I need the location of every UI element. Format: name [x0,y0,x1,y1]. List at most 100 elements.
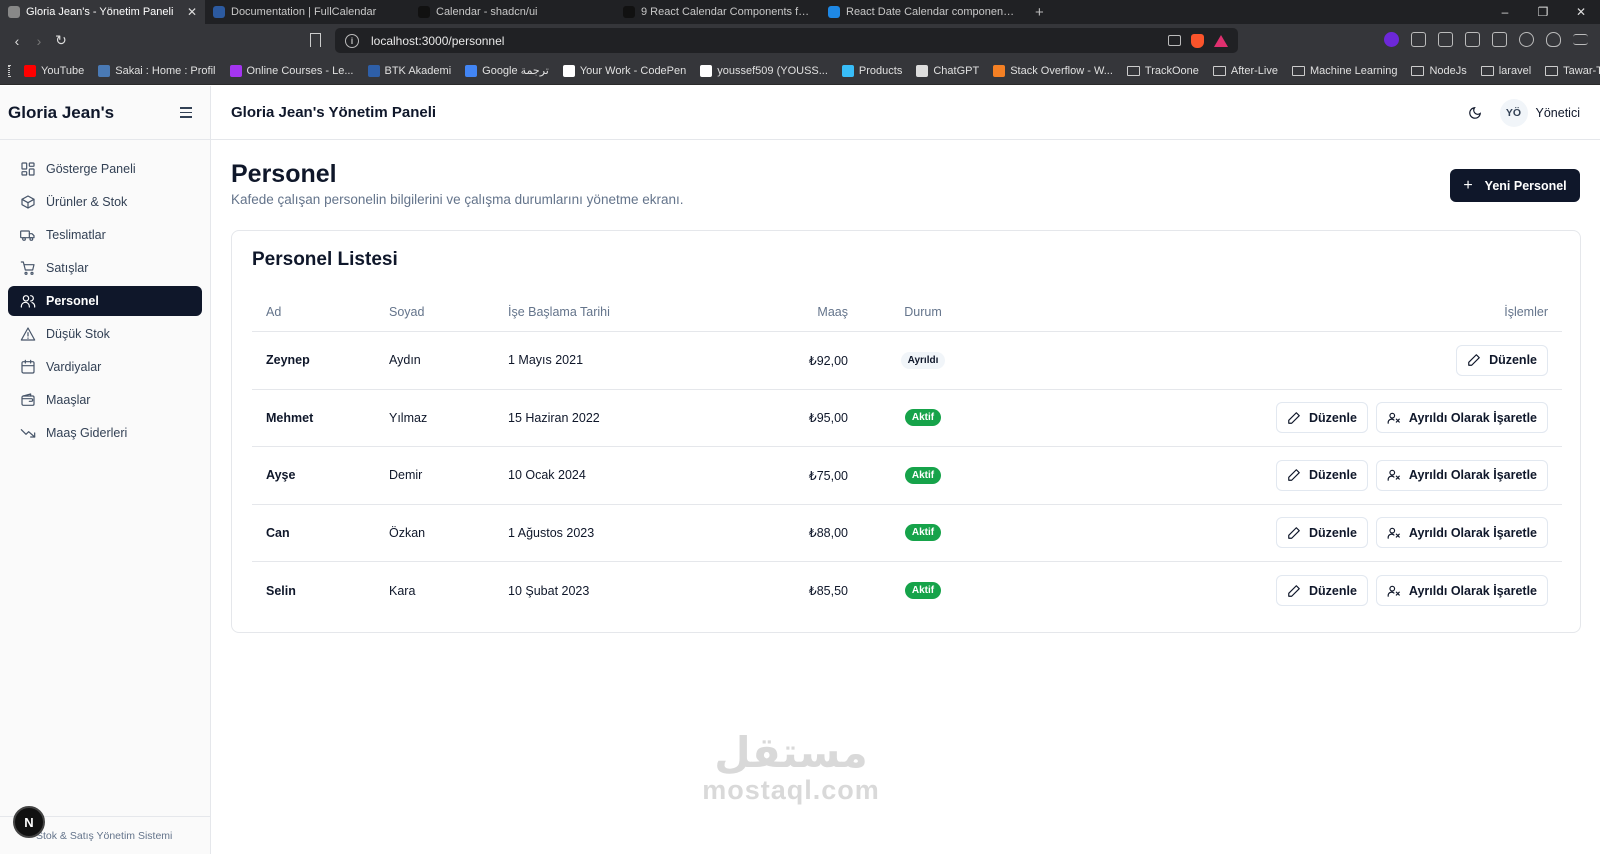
users-icon [20,295,36,308]
sidebar-item-users[interactable]: Personel [8,286,202,316]
wallet-icon[interactable] [1492,32,1507,47]
mark-left-label: Ayrıldı Olarak İşaretle [1408,583,1537,598]
dashboard-icon [21,162,35,176]
minimize-icon[interactable]: – [1486,5,1524,19]
bookmark-folder[interactable]: NodeJs [1411,65,1467,77]
reload-icon[interactable]: ↻ [50,32,72,49]
status-badge: Aktif [904,524,942,542]
bookmark-favicon-icon [700,64,713,77]
bookmark-folder[interactable]: After-Live [1212,65,1278,77]
edit-label: Düzenle [1308,410,1357,425]
bookmark-item[interactable]: Your Work - CodePen [562,64,686,77]
browser-tab[interactable]: React Date Calendar component - M [820,0,1025,24]
sidebar-item-calendar[interactable]: Vardiyalar [8,352,202,382]
bookmark-label: laravel [1498,64,1532,77]
header-title: Gloria Jean's Yönetim Paneli [231,104,437,121]
forward-icon[interactable]: › [28,33,50,49]
tab-title: Calendar - shadcn/ui [436,6,538,18]
new-staff-button[interactable]: + Yeni Personel [1450,169,1580,202]
bookmarks-bar: YouTube Sakai : Home : Profil Online Cours… [0,57,1600,85]
mark-left-label: Ayrıldı Olarak İşaretle [1408,525,1537,540]
restore-icon[interactable]: ❐ [1524,5,1562,19]
mark-left-button[interactable]: Ayrıldı Olarak İşaretle [1375,402,1548,434]
bookmark-item[interactable]: YouTube [24,64,84,77]
reading-list-icon[interactable] [1438,32,1453,47]
sidebar: Gloria Jean's Gösterge Paneli Ürünler & … [0,86,211,854]
bookmark-folder[interactable]: Tawar-Tec [1545,65,1600,77]
puzzle-icon[interactable] [1411,32,1426,47]
leo-ai-icon[interactable] [1519,32,1534,47]
close-tab-icon[interactable]: ✕ [187,5,197,19]
folder-icon [1411,65,1425,76]
menu-icon[interactable] [1573,34,1588,45]
mark-left-button[interactable]: Ayrıldı Olarak İşaretle [1375,459,1548,491]
mark-left-button[interactable]: Ayrıldı Olarak İşaretle [1375,575,1548,607]
sidebar-item-box[interactable]: Ürünler & Stok [8,187,202,217]
edit-button[interactable]: Düzenle [1275,402,1368,434]
cell-first-name: Can [266,525,290,540]
bookmark-item[interactable]: Products [841,64,902,77]
sidebar-toggle-icon[interactable] [1465,32,1480,47]
bookmark-item[interactable]: ChatGPT [916,64,979,77]
back-icon[interactable]: ‹ [6,33,28,49]
bookmark-label: Sakai : Home : Profil [115,64,216,77]
sidebar-item-label: Satışlar [46,261,89,275]
table-row: Can Özkan 1 Ağustos 2023 ₺88,00 Aktif Dü… [252,505,1562,562]
brave-shield-icon[interactable] [1191,33,1204,48]
sidebar-header: Gloria Jean's [0,86,210,140]
site-info-icon[interactable]: i [345,33,359,48]
edit-button[interactable]: Düzenle [1275,575,1368,607]
cell-salary: ₺92,00 [808,353,848,368]
bookmark-item[interactable]: Stack Overflow - W... [993,64,1113,77]
browser-tab[interactable]: Gloria Jean's - Yönetim Paneli ✕ [0,0,205,24]
plus-icon: + [1463,176,1473,194]
bookmark-page-icon[interactable] [310,33,321,47]
bookmark-item[interactable]: Sakai : Home : Profil [98,64,216,77]
cell-last-name: Özkan [389,525,426,540]
user-menu[interactable]: YÖ Yönetici [1499,98,1580,127]
edit-button[interactable]: Düzenle [1275,517,1368,549]
sidebar-item-wallet[interactable]: Maaşlar [8,385,202,415]
cell-first-name: Zeynep [266,353,310,368]
bookmark-item[interactable]: BTK Akademi [367,64,451,77]
url-text[interactable]: localhost:3000/personnel [371,34,504,48]
cell-start-date: 1 Ağustos 2023 [508,525,595,540]
user-name: Yönetici [1535,105,1580,120]
close-window-icon[interactable]: ✕ [1562,5,1600,19]
bookmark-item[interactable]: Online Courses - Le... [229,64,354,77]
url-bar[interactable]: i localhost:3000/personnel [335,28,1238,53]
bookmark-folder[interactable]: TrackOone [1126,65,1199,77]
bookmark-item[interactable]: youssef509 (YOUSS... [700,64,828,77]
bookmark-folder[interactable]: Machine Learning [1291,65,1397,77]
nextjs-dev-badge[interactable]: N [13,806,45,838]
cell-salary: ₺88,00 [808,526,848,541]
status-badge: Aktif [904,409,942,427]
brave-rewards-icon[interactable] [1214,34,1228,47]
menu-toggle-icon[interactable] [180,107,192,118]
sidebar-item-warning[interactable]: Düşük Stok [8,319,202,349]
bookmark-favicon-icon [24,64,36,77]
browser-tab[interactable]: Documentation | FullCalendar [205,0,410,24]
browser-tab[interactable]: Calendar - shadcn/ui [410,0,615,24]
staff-table: Ad Soyad İşe Başlama Tarihi Maaş Durum İ… [252,293,1562,620]
browser-tab[interactable]: 9 React Calendar Components for Yo [615,0,820,24]
extension-icon[interactable] [1384,32,1399,47]
share-icon[interactable] [1168,35,1181,46]
table-body: Zeynep Aydın 1 Mayıs 2021 ₺92,00 Ayrıldı… [252,332,1562,620]
bookmark-folder[interactable]: laravel [1480,64,1532,77]
new-tab-button[interactable]: + [1025,4,1054,21]
mark-left-button[interactable]: Ayrıldı Olarak İşaretle [1375,517,1548,549]
sidebar-item-truck[interactable]: Teslimatlar [8,220,202,250]
bookmark-item[interactable]: Google ترجمة [465,64,549,77]
sidebar-item-dashboard[interactable]: Gösterge Paneli [8,154,202,184]
bookmark-favicon-icon [229,64,242,77]
edit-button[interactable]: Düzenle [1275,459,1368,491]
moon-icon[interactable] [1468,106,1482,120]
apps-grid-icon[interactable] [8,64,10,77]
sidebar-item-cart[interactable]: Satışlar [8,253,202,283]
vpn-icon[interactable] [1546,32,1561,47]
edit-button[interactable]: Düzenle [1456,344,1548,376]
sidebar-item-trending-down[interactable]: Maaş Giderleri [8,418,202,448]
cell-first-name: Selin [266,583,296,598]
cell-actions: Düzenle Ayrıldı Olarak İşaretle [998,575,1562,607]
